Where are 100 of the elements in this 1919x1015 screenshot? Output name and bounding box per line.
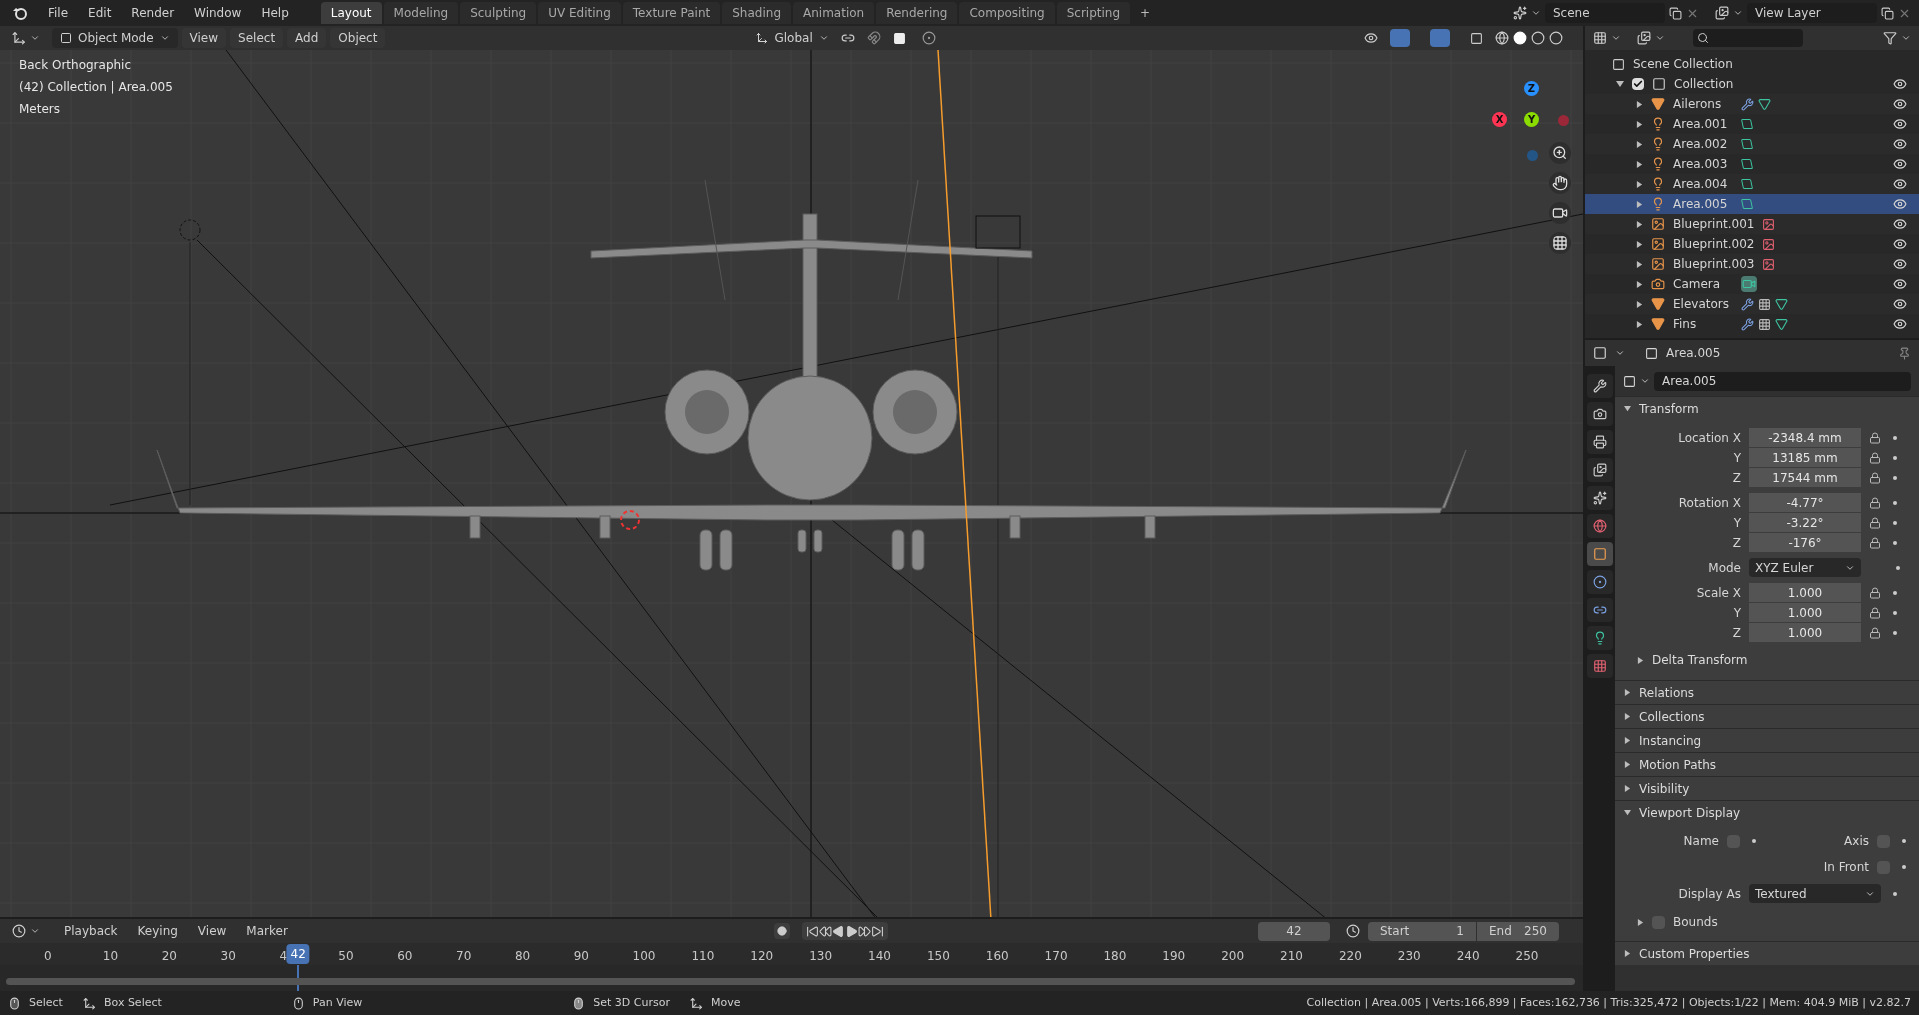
wireframe-shading-icon[interactable]: [1495, 31, 1509, 45]
eye-icon[interactable]: [1893, 197, 1907, 211]
grid-icon[interactable]: [1549, 232, 1571, 254]
gizmo-toggle[interactable]: [1390, 29, 1410, 47]
expand-arrow-icon[interactable]: [1624, 737, 1631, 744]
number-field[interactable]: -176°: [1749, 533, 1861, 552]
workspace-tab[interactable]: Modeling: [383, 2, 459, 24]
eye-icon[interactable]: [1893, 257, 1907, 271]
solid-shading-icon[interactable]: [1513, 31, 1527, 45]
expand-arrow-icon[interactable]: [1636, 100, 1643, 108]
menu-item[interactable]: Select: [230, 28, 284, 48]
dropdown-icon[interactable]: [1611, 33, 1621, 43]
dropdown-icon[interactable]: [30, 33, 40, 43]
expand-arrow-icon[interactable]: [1624, 785, 1631, 792]
workspace-tab[interactable]: Animation: [793, 2, 875, 24]
properties-tab[interactable]: [1587, 598, 1613, 622]
eye-icon[interactable]: [1893, 297, 1907, 311]
expand-arrow-icon[interactable]: [1616, 80, 1624, 88]
menu-item[interactable]: Edit: [80, 2, 120, 24]
menu-item[interactable]: View: [189, 922, 235, 940]
xray-icon[interactable]: [1470, 31, 1483, 45]
expand-arrow-icon[interactable]: [1624, 809, 1631, 816]
properties-tab[interactable]: [1587, 626, 1613, 650]
eye-icon[interactable]: [1893, 237, 1907, 251]
pan-hand-icon[interactable]: [1549, 172, 1571, 194]
properties-tab[interactable]: [1587, 514, 1613, 538]
number-field[interactable]: -2348.4 mm: [1749, 428, 1861, 447]
eye-icon[interactable]: [1893, 137, 1907, 151]
expand-arrow-icon[interactable]: [1624, 761, 1631, 768]
outliner-row[interactable]: Area.005: [1585, 194, 1919, 214]
expand-arrow-icon[interactable]: [1636, 140, 1643, 148]
expand-arrow-icon[interactable]: [1636, 180, 1643, 188]
jump-end-icon[interactable]: [870, 924, 884, 938]
workspace-tab[interactable]: Shading: [722, 2, 791, 24]
properties-tab[interactable]: [1587, 542, 1613, 566]
add-workspace-button[interactable]: +: [1132, 4, 1159, 22]
expand-arrow-icon[interactable]: [1636, 240, 1643, 248]
copy-icon[interactable]: [1669, 6, 1682, 20]
lock-icon[interactable]: [1869, 431, 1881, 444]
workspace-tab[interactable]: Compositing: [959, 2, 1055, 24]
expand-arrow-icon[interactable]: [1624, 405, 1631, 412]
properties-tab[interactable]: [1587, 430, 1613, 454]
menu-item[interactable]: Playback: [56, 922, 126, 940]
eye-icon[interactable]: [1893, 277, 1907, 291]
expand-arrow-icon[interactable]: [1636, 220, 1643, 228]
mode-dropdown[interactable]: XYZ Euler: [1749, 558, 1861, 577]
play-icon[interactable]: [844, 924, 858, 938]
dropdown-icon[interactable]: [1733, 8, 1743, 18]
panel-header[interactable]: Viewport Display: [1615, 800, 1919, 824]
zoom-icon[interactable]: [1549, 142, 1571, 164]
editor-type-icon[interactable]: [12, 31, 26, 45]
properties-tab[interactable]: [1587, 570, 1613, 594]
snap-target-icon[interactable]: [892, 31, 906, 45]
camera-view-icon[interactable]: [1549, 202, 1571, 224]
properties-tab[interactable]: [1587, 458, 1613, 482]
mode-dropdown[interactable]: Object Mode: [52, 28, 178, 48]
app-logo-icon[interactable]: [12, 5, 28, 21]
panel-header[interactable]: Visibility: [1615, 776, 1919, 800]
expand-arrow-icon[interactable]: [1637, 918, 1644, 926]
lock-icon[interactable]: [1869, 516, 1881, 529]
dropdown-icon[interactable]: [1655, 33, 1665, 43]
number-field[interactable]: 13185 mm: [1749, 448, 1861, 467]
panel-header[interactable]: Custom Properties: [1615, 941, 1919, 965]
expand-arrow-icon[interactable]: [1636, 200, 1643, 208]
menu-item[interactable]: Marker: [238, 922, 296, 940]
record-icon[interactable]: [773, 923, 790, 939]
menu-item[interactable]: Help: [253, 2, 297, 24]
menu-item[interactable]: Keying: [129, 922, 186, 940]
dropdown-icon[interactable]: [1531, 8, 1541, 18]
expand-arrow-icon[interactable]: [1624, 689, 1631, 696]
start-frame-field[interactable]: Start 1: [1368, 921, 1476, 941]
lock-icon[interactable]: [1869, 586, 1881, 599]
checkbox[interactable]: [1632, 78, 1644, 90]
eye-icon[interactable]: [1893, 157, 1907, 171]
scene-field[interactable]: Scene: [1545, 3, 1665, 23]
workspace-tab[interactable]: Layout: [320, 2, 382, 24]
expand-arrow-icon[interactable]: [1624, 950, 1631, 957]
dropdown-icon[interactable]: [30, 926, 40, 936]
expand-arrow-icon[interactable]: [1637, 656, 1644, 664]
pin-icon[interactable]: [1898, 346, 1911, 360]
end-frame-field[interactable]: End 250: [1477, 921, 1559, 941]
3d-cursor-icon[interactable]: [620, 510, 640, 530]
expand-arrow-icon[interactable]: [1636, 280, 1643, 288]
menu-item[interactable]: View: [181, 28, 227, 48]
copy-icon[interactable]: [1881, 6, 1894, 20]
expand-arrow-icon[interactable]: [1636, 160, 1643, 168]
eye-icon[interactable]: [1893, 97, 1907, 111]
menu-item[interactable]: Object: [330, 28, 386, 48]
panel-header[interactable]: Collections: [1615, 704, 1919, 728]
lock-icon[interactable]: [1869, 536, 1881, 549]
orientation-dropdown[interactable]: Global: [748, 28, 837, 48]
eye-icon[interactable]: [1893, 317, 1907, 331]
workspace-tab[interactable]: Texture Paint: [622, 2, 721, 24]
editor-type-icon[interactable]: [12, 924, 26, 938]
workspace-tab[interactable]: Sculpting: [460, 2, 537, 24]
search-field[interactable]: [1693, 29, 1803, 47]
view-layer-field[interactable]: View Layer: [1747, 3, 1877, 23]
eye-icon[interactable]: [1893, 177, 1907, 191]
proportional-icon[interactable]: [921, 31, 936, 45]
number-field[interactable]: -3.22°: [1749, 513, 1861, 532]
